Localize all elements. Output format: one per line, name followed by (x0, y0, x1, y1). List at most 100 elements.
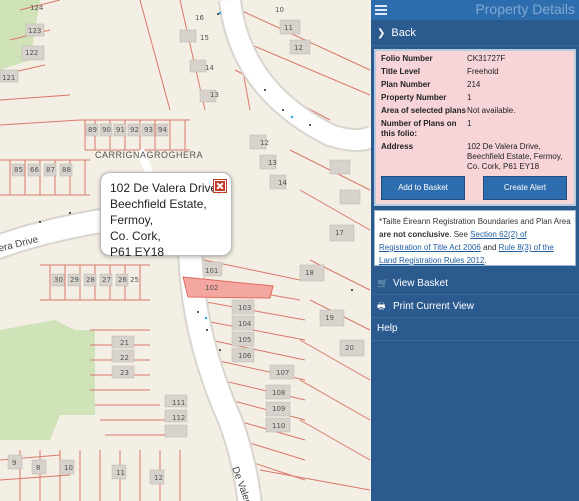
map-view[interactable]: 122 123 124 121 15 14 13 16 11 12 10 89 90 91 92 93 9… (0, 0, 371, 501)
svg-text:12: 12 (294, 44, 303, 52)
detail-label: Folio Number (381, 54, 433, 63)
add-to-basket-button[interactable]: Add to Basket (381, 176, 465, 200)
svg-text:21: 21 (120, 339, 129, 347)
svg-text:108: 108 (272, 389, 285, 397)
detail-row: Number of Plans on this folio: 1 (381, 119, 571, 139)
chevron-right-icon: ❯ (377, 28, 386, 39)
svg-text:93: 93 (144, 126, 153, 134)
panel-title: Property Details (475, 1, 575, 17)
detail-label: Title Level (381, 67, 420, 76)
property-details-card: Folio Number CK31727F Title Level Freehold… (374, 49, 576, 206)
svg-text:121: 121 (2, 74, 15, 82)
help-menu-item[interactable]: Help (371, 318, 579, 341)
svg-text:111: 111 (172, 399, 185, 407)
svg-text:12: 12 (154, 474, 163, 482)
svg-text:29: 29 (70, 276, 79, 284)
svg-text:101: 101 (205, 267, 218, 275)
hamburger-menu-icon[interactable] (375, 3, 387, 16)
detail-label: Property Number (381, 93, 447, 102)
svg-text:85: 85 (14, 166, 23, 174)
svg-text:106: 106 (238, 352, 252, 360)
svg-text:13: 13 (210, 91, 219, 99)
svg-text:30: 30 (54, 276, 63, 284)
svg-text:26: 26 (118, 276, 127, 284)
svg-text:102: 102 (205, 284, 218, 292)
menu-label: Help (377, 323, 398, 334)
svg-text:89: 89 (88, 126, 97, 134)
notice-text: . See (449, 230, 471, 239)
svg-text:22: 22 (120, 354, 129, 362)
svg-text:20: 20 (345, 344, 354, 352)
svg-text:110: 110 (272, 422, 285, 430)
svg-text:122: 122 (25, 49, 38, 57)
svg-text:27: 27 (102, 276, 111, 284)
svg-text:17: 17 (335, 229, 344, 237)
detail-label: Plan Number (381, 80, 431, 89)
back-label: Back (391, 27, 416, 39)
svg-text:92: 92 (130, 126, 139, 134)
svg-text:16: 16 (195, 14, 204, 22)
area-label: CARRIGNAGROGHERA (95, 150, 203, 160)
popup-address-line: Beechfield Estate, (110, 197, 207, 211)
detail-value: 1 (467, 119, 472, 128)
svg-text:19: 19 (325, 314, 334, 322)
svg-text:123: 123 (28, 27, 41, 35)
print-view-menu-item[interactable]: 🖶 Print Current View (371, 295, 579, 318)
svg-text:66: 66 (30, 166, 39, 174)
svg-text:10: 10 (64, 464, 73, 472)
svg-text:112: 112 (172, 414, 185, 422)
svg-text:91: 91 (116, 126, 125, 134)
menu-label: Print Current View (393, 301, 474, 312)
address-popup: 102 De Valera Drive, Beechfield Estate, … (100, 172, 232, 259)
detail-value: 214 (467, 80, 481, 89)
detail-label: Address (381, 142, 414, 151)
detail-value: Not available. (467, 106, 516, 115)
detail-value: 1 (467, 93, 472, 102)
svg-text:107: 107 (276, 369, 289, 377)
printer-icon: 🖶 (377, 301, 386, 311)
close-icon[interactable] (213, 179, 227, 193)
detail-row: Title Level Freehold (381, 67, 571, 77)
svg-text:124: 124 (30, 4, 44, 12)
disclaimer-notice: *Tailte Éireann Registration Boundaries … (374, 210, 576, 266)
menu-label: View Basket (393, 278, 448, 289)
cart-icon: 🛒 (377, 278, 389, 288)
notice-text: . (484, 256, 487, 265)
back-button[interactable]: ❯ Back (371, 21, 579, 46)
notice-text: and (480, 243, 499, 252)
popup-address-line: Co. Cork, (110, 229, 161, 243)
notice-text: *Tailte Éireann Registration Boundaries … (379, 217, 571, 226)
panel-header: Property Details (371, 0, 579, 20)
svg-text:9: 9 (12, 459, 16, 467)
svg-text:105: 105 (238, 336, 251, 344)
svg-text:23: 23 (120, 369, 129, 377)
svg-text:25: 25 (130, 276, 139, 284)
svg-text:15: 15 (200, 34, 209, 42)
svg-text:109: 109 (272, 405, 285, 413)
popup-address-line: Fermoy, (110, 213, 154, 227)
detail-row: Plan Number 214 (381, 80, 571, 90)
view-basket-menu-item[interactable]: 🛒 View Basket (371, 272, 579, 295)
create-alert-button[interactable]: Create Alert (483, 176, 567, 200)
svg-text:8: 8 (36, 464, 40, 472)
detail-value: 102 De Valera Drive, Beechfield Estate, … (467, 142, 563, 171)
detail-value: CK31727F (467, 54, 506, 63)
svg-text:104: 104 (238, 320, 252, 328)
svg-text:18: 18 (305, 269, 314, 277)
svg-text:14: 14 (205, 64, 214, 72)
svg-text:90: 90 (102, 126, 111, 134)
detail-value: Freehold (467, 67, 499, 76)
popup-address-line: 102 De Valera Drive, (110, 181, 221, 195)
detail-row: Address 102 De Valera Drive, Beechfield E… (381, 142, 571, 172)
svg-text:10: 10 (275, 6, 284, 14)
svg-text:11: 11 (116, 469, 125, 477)
detail-row: Folio Number CK31727F (381, 54, 571, 64)
svg-text:11: 11 (284, 24, 293, 32)
svg-text:103: 103 (238, 304, 251, 312)
popup-address-line: P61 EY18 (110, 245, 165, 259)
svg-text:87: 87 (46, 166, 55, 174)
notice-bold: are not conclusive (379, 230, 450, 239)
svg-text:13: 13 (268, 159, 277, 167)
detail-label: Area of selected plans (381, 106, 466, 115)
svg-text:12: 12 (260, 139, 269, 147)
